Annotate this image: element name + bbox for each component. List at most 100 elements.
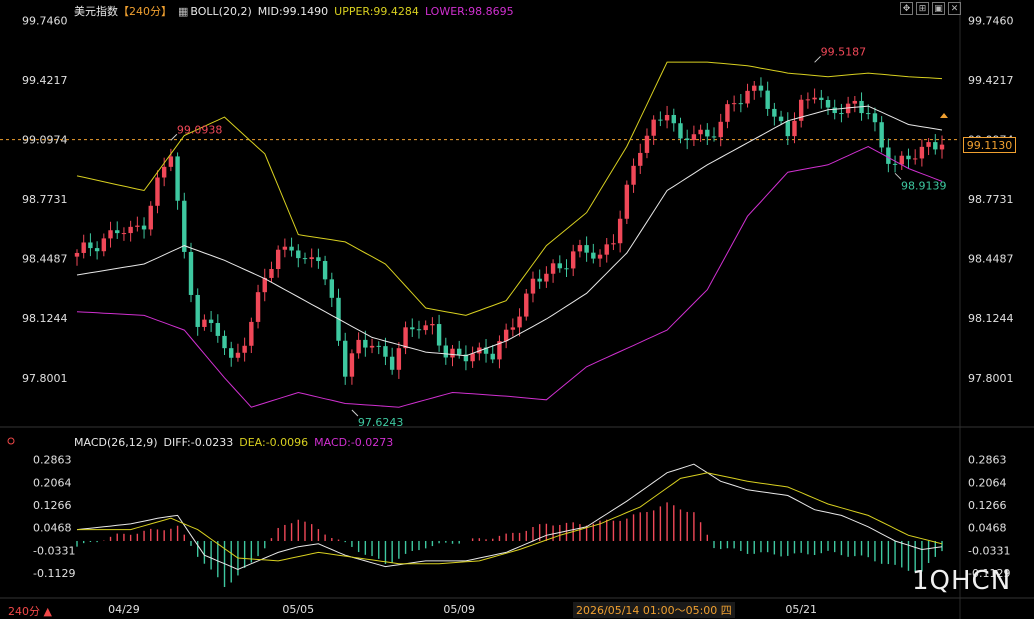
time-tick: 05/05 bbox=[282, 603, 314, 616]
candle bbox=[269, 269, 274, 278]
candle bbox=[343, 340, 348, 377]
zoom-icon[interactable]: ⊞ bbox=[916, 2, 929, 15]
candle bbox=[919, 146, 925, 159]
price-tick-right: 98.4487 bbox=[968, 253, 1014, 266]
candle bbox=[926, 142, 931, 147]
candle bbox=[108, 230, 113, 239]
candle bbox=[839, 113, 844, 115]
candle bbox=[684, 138, 690, 141]
macd-tick-left: 0.2064 bbox=[33, 476, 72, 489]
candle bbox=[229, 348, 234, 358]
candle bbox=[832, 107, 837, 114]
price-tick-right: 99.4217 bbox=[968, 74, 1014, 87]
candle bbox=[879, 122, 884, 148]
candle bbox=[792, 120, 797, 137]
candle bbox=[557, 263, 562, 269]
candle bbox=[262, 277, 267, 293]
candle bbox=[705, 129, 710, 137]
candle bbox=[537, 278, 542, 282]
candle bbox=[912, 158, 918, 160]
candle bbox=[128, 226, 133, 234]
macd-tick-left: -0.1129 bbox=[33, 567, 75, 580]
candle bbox=[906, 155, 911, 160]
candle bbox=[302, 258, 308, 260]
candle bbox=[866, 113, 871, 115]
candle bbox=[745, 90, 750, 104]
candle bbox=[222, 335, 227, 349]
candle bbox=[805, 99, 811, 101]
candle bbox=[416, 329, 422, 331]
candle bbox=[389, 356, 395, 370]
candle bbox=[939, 144, 945, 150]
price-tick-left: 99.4217 bbox=[22, 74, 68, 87]
candle bbox=[450, 348, 455, 358]
candle bbox=[611, 243, 616, 245]
candle bbox=[624, 184, 630, 219]
candle bbox=[410, 327, 415, 330]
candle bbox=[765, 90, 770, 109]
candle bbox=[403, 327, 408, 349]
macd-label[interactable]: MACD(26,12,9) bbox=[74, 436, 158, 449]
price-tick-left: 98.4487 bbox=[22, 253, 68, 266]
macd-macd-value: MACD:-0.0273 bbox=[314, 436, 394, 449]
candle bbox=[651, 119, 656, 136]
candle bbox=[175, 156, 180, 201]
price-tick-right: 98.1244 bbox=[968, 312, 1014, 325]
chart-canvas[interactable]: 99.746099.746099.421799.421799.097499.09… bbox=[0, 0, 1034, 619]
candle bbox=[430, 324, 435, 326]
price-chart-header: 美元指数【240分】 ▦ BOLL(20,2) MID:99.1490 UPPER:99… bbox=[74, 3, 520, 19]
candle bbox=[778, 116, 784, 122]
candle bbox=[74, 252, 80, 257]
move-icon[interactable]: ✥ bbox=[900, 2, 913, 15]
candle bbox=[289, 246, 294, 251]
candle bbox=[309, 257, 314, 260]
candle bbox=[658, 119, 663, 121]
macd-tick-right: -0.0331 bbox=[968, 544, 1010, 557]
candle bbox=[155, 177, 160, 206]
candle bbox=[664, 114, 670, 121]
candle bbox=[752, 85, 757, 91]
candle bbox=[577, 245, 583, 252]
candle bbox=[503, 329, 509, 342]
candle bbox=[785, 121, 790, 137]
candle bbox=[215, 323, 221, 336]
candle bbox=[369, 345, 375, 348]
candle bbox=[182, 200, 187, 252]
candle bbox=[933, 142, 938, 150]
chart-toolbar: ✥ ⊞ ▣ ✕ bbox=[900, 2, 961, 15]
price-tick-left: 99.7460 bbox=[22, 15, 68, 28]
candle bbox=[571, 251, 576, 269]
boll-label[interactable]: BOLL(20,2) bbox=[190, 5, 251, 18]
candle bbox=[899, 155, 904, 165]
candle bbox=[457, 348, 462, 355]
candle bbox=[383, 346, 388, 357]
candle bbox=[718, 121, 723, 138]
close-icon[interactable]: ✕ bbox=[948, 2, 961, 15]
candle bbox=[604, 244, 609, 255]
period-tag[interactable]: 【240分】 bbox=[118, 5, 172, 18]
candle bbox=[282, 246, 288, 250]
candle bbox=[819, 97, 824, 101]
crosshair-date-label: 2026/05/14 01:00～05:00 四 bbox=[573, 602, 735, 618]
candle bbox=[852, 100, 858, 104]
candle bbox=[296, 250, 301, 259]
candle bbox=[758, 85, 764, 91]
price-tick-right: 97.8001 bbox=[968, 372, 1014, 385]
period-selector[interactable]: 240分 ▲ bbox=[8, 603, 52, 619]
candle bbox=[812, 97, 817, 100]
candle bbox=[249, 321, 254, 346]
candle bbox=[141, 225, 147, 230]
candle bbox=[597, 254, 603, 259]
candle bbox=[711, 136, 717, 138]
macd-dea-value: DEA:-0.0096 bbox=[239, 436, 309, 449]
candle bbox=[161, 166, 167, 178]
candle bbox=[329, 279, 335, 298]
restore-icon[interactable]: ▣ bbox=[932, 2, 945, 15]
candle bbox=[772, 108, 777, 117]
background bbox=[0, 0, 1034, 619]
candle bbox=[81, 242, 86, 253]
candle bbox=[550, 263, 556, 274]
candle bbox=[530, 278, 536, 294]
candle bbox=[584, 245, 589, 253]
candle bbox=[356, 339, 361, 354]
